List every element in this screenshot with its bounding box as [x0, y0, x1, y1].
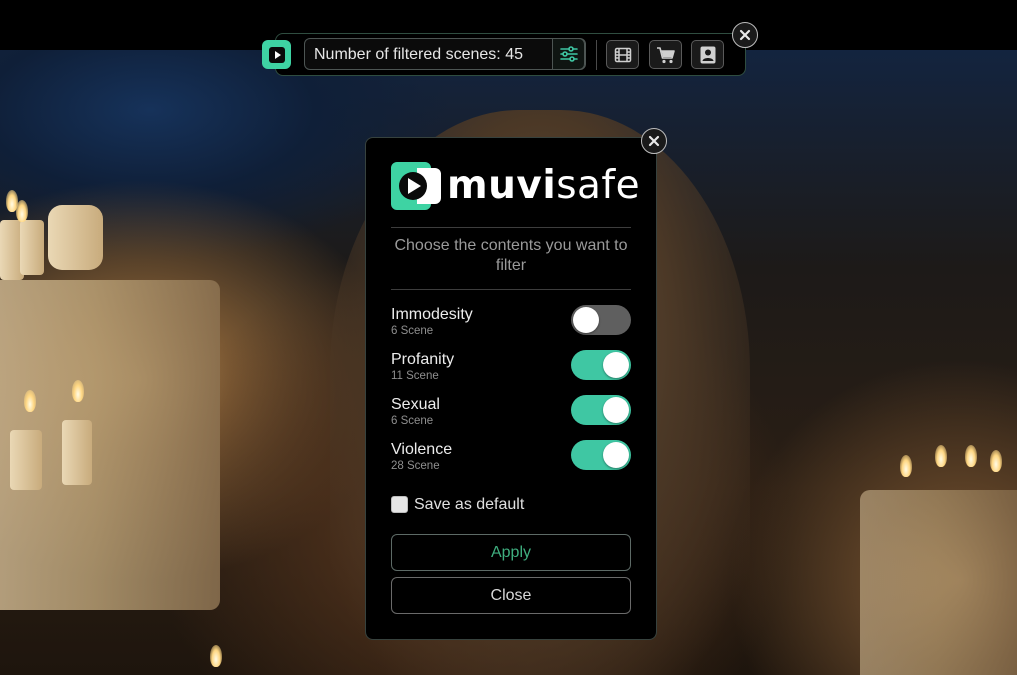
account-button[interactable]	[691, 40, 724, 69]
save-default-checkbox[interactable]	[391, 496, 408, 513]
candle-flame	[210, 645, 222, 667]
filter-prompt: Choose the contents you want to filter	[394, 237, 628, 274]
muvisafe-brand: muvisafe	[391, 162, 640, 210]
close-button[interactable]: Close	[391, 577, 631, 614]
toggle-knob	[603, 442, 629, 468]
save-default-label[interactable]: Save as default	[414, 496, 524, 514]
category-scene-count: 6 Scene	[391, 325, 434, 337]
toggle-knob	[603, 397, 629, 423]
filtered-scenes-count: Number of filtered scenes: 45	[314, 46, 523, 63]
close-icon	[739, 29, 751, 41]
film-icon	[614, 47, 631, 62]
candle-flame	[900, 455, 912, 477]
candle-flame	[16, 200, 28, 222]
filtered-scenes-box: Number of filtered scenes: 45	[304, 38, 586, 70]
toolbar-divider	[596, 40, 597, 70]
film-button[interactable]	[606, 40, 639, 69]
category-scene-count: 28 Scene	[391, 460, 440, 472]
category-scene-count: 11 Scene	[391, 370, 439, 382]
category-sexual: Sexual 6 Scene	[391, 395, 631, 432]
candle-flame	[990, 450, 1002, 472]
candle-flame	[965, 445, 977, 467]
muvisafe-logo-icon[interactable]	[262, 40, 291, 69]
candle-pillar	[860, 490, 1017, 675]
candle	[62, 420, 92, 485]
cart-button[interactable]	[649, 40, 682, 69]
category-immodesity: Immodesity 6 Scene	[391, 305, 631, 342]
muvisafe-logo-icon	[391, 162, 441, 210]
category-scene-count: 6 Scene	[391, 415, 434, 427]
violence-toggle[interactable]	[571, 440, 631, 470]
category-name: Profanity	[391, 351, 455, 368]
category-violence: Violence 28 Scene	[391, 440, 631, 477]
sexual-toggle[interactable]	[571, 395, 631, 425]
candle-flame	[72, 380, 84, 402]
divider	[391, 227, 631, 228]
brand-wordmark: muvisafe	[447, 163, 641, 208]
cart-icon	[656, 46, 675, 63]
category-name: Sexual	[391, 396, 440, 413]
candle	[48, 205, 103, 270]
category-name: Violence	[391, 441, 453, 458]
modal-close-button[interactable]	[641, 128, 667, 154]
filter-modal: muvisafe Choose the contents you want to…	[365, 137, 657, 640]
profanity-toggle[interactable]	[571, 350, 631, 380]
user-icon	[700, 46, 715, 63]
sliders-icon	[559, 46, 578, 62]
divider	[391, 289, 631, 290]
toggle-knob	[573, 307, 599, 333]
toggle-knob	[603, 352, 629, 378]
immodesity-toggle[interactable]	[571, 305, 631, 335]
filter-settings-button[interactable]	[552, 38, 585, 70]
candle-flame	[935, 445, 947, 467]
apply-button[interactable]: Apply	[391, 534, 631, 571]
close-icon	[648, 135, 660, 147]
candle	[20, 220, 44, 275]
candle-flame	[24, 390, 36, 412]
toolbar-close-button[interactable]	[732, 22, 758, 48]
candle	[10, 430, 42, 490]
category-profanity: Profanity 11 Scene	[391, 350, 631, 387]
category-name: Immodesity	[391, 306, 473, 323]
